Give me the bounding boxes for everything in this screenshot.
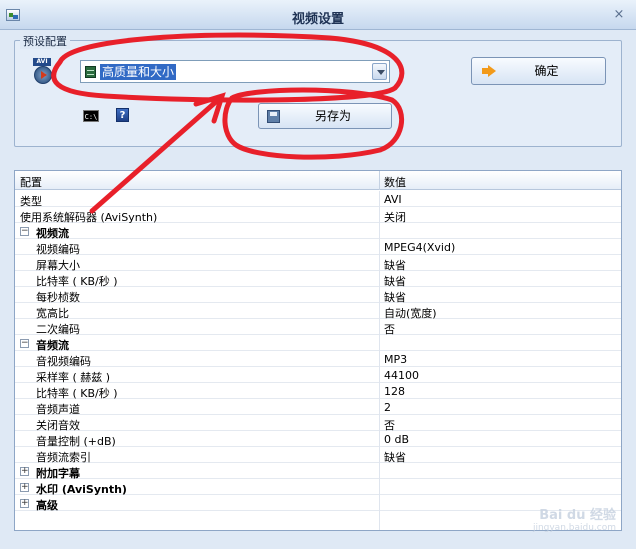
table-row[interactable]: 比特率 ( KB/秒 ) 缺省 xyxy=(15,271,621,288)
row-value: MPEG4(Xvid) xyxy=(384,241,456,254)
table-row[interactable]: 关闭音效否 xyxy=(15,415,621,432)
watermark-brand: Bai du 经验 xyxy=(539,508,616,523)
section-advanced[interactable]: + 高级 xyxy=(15,495,621,512)
title-bar: 视频设置 × xyxy=(0,0,636,30)
section-watermark[interactable]: + 水印 (AviSynth) xyxy=(15,479,621,496)
avi-format-icon: AVI xyxy=(33,58,53,85)
expand-icon[interactable]: + xyxy=(20,499,29,508)
row-value: 128 xyxy=(384,385,405,398)
preset-group-legend: 预设配置 xyxy=(20,33,70,49)
table-row[interactable]: 宽高比 自动(宽度) xyxy=(15,303,621,320)
table-row[interactable]: 音频流索引 缺省 xyxy=(15,447,621,464)
ok-button-label: 确定 xyxy=(534,64,559,78)
help-icon[interactable]: ? xyxy=(116,108,129,122)
window-title: 视频设置 xyxy=(291,12,344,27)
save-as-button[interactable]: 另存为 xyxy=(258,103,392,129)
row-value: 2 xyxy=(384,401,391,414)
table-row[interactable]: 比特率 ( KB/秒 ) 128 xyxy=(15,383,621,400)
row-value: 0 dB xyxy=(384,433,410,446)
save-icon xyxy=(267,110,280,123)
table-row[interactable]: 音频声道 2 xyxy=(15,399,621,416)
table-row[interactable]: 二次编码否 xyxy=(15,319,621,336)
row-value: MP3 xyxy=(384,353,408,366)
settings-grid: 配置 数值 类型 AVI 使用系统解码器 (AviSynth) 关闭 − 视频流… xyxy=(14,170,622,531)
grid-rows: 类型 AVI 使用系统解码器 (AviSynth) 关闭 − 视频流 视频编码 M… xyxy=(15,191,621,512)
ok-button[interactable]: 确定 xyxy=(471,57,606,85)
preset-select[interactable]: 高质量和大小 xyxy=(80,60,390,83)
table-row[interactable]: 采样率 ( 赫兹 ) 44100 xyxy=(15,367,621,384)
expand-icon[interactable]: + xyxy=(20,483,29,492)
column-header-value: 数值 xyxy=(384,176,406,189)
preset-select-value: 高质量和大小 xyxy=(100,64,177,80)
film-icon xyxy=(85,66,96,78)
section-label: 高级 xyxy=(36,499,58,512)
table-row[interactable]: 视频编码 MPEG4(Xvid) xyxy=(15,239,621,256)
command-prompt-icon[interactable]: C:\ xyxy=(83,110,99,122)
chevron-down-icon[interactable] xyxy=(372,63,387,80)
grid-header: 配置 数值 xyxy=(15,171,621,190)
table-row[interactable]: 音量控制 (+dB) 0 dB xyxy=(15,431,621,448)
baidu-watermark: Bai du 经验 jingyan.baidu.com xyxy=(533,504,616,533)
watermark-url: jingyan.baidu.com xyxy=(532,523,616,533)
column-header-setting: 配置 xyxy=(20,176,42,189)
expand-icon[interactable]: + xyxy=(20,467,29,476)
collapse-icon[interactable]: − xyxy=(20,339,29,348)
arrow-right-icon xyxy=(482,65,496,77)
section-video-stream[interactable]: − 视频流 xyxy=(15,223,621,240)
row-value: AVI xyxy=(384,193,402,206)
table-row[interactable]: 音视频编码 MP3 xyxy=(15,351,621,368)
table-row[interactable]: 使用系统解码器 (AviSynth) 关闭 xyxy=(15,207,621,224)
section-subtitles[interactable]: + 附加字幕 xyxy=(15,463,621,480)
table-row[interactable]: 屏幕大小 缺省 xyxy=(15,255,621,272)
section-audio-stream[interactable]: − 音频流 xyxy=(15,335,621,352)
row-value: 44100 xyxy=(384,369,419,382)
avi-tag: AVI xyxy=(33,58,51,66)
close-button[interactable]: × xyxy=(612,8,626,22)
table-row[interactable]: 类型 AVI xyxy=(15,191,621,208)
table-row[interactable]: 每秒桢数 缺省 xyxy=(15,287,621,304)
save-as-button-label: 另存为 xyxy=(314,109,351,123)
collapse-icon[interactable]: − xyxy=(20,227,29,236)
